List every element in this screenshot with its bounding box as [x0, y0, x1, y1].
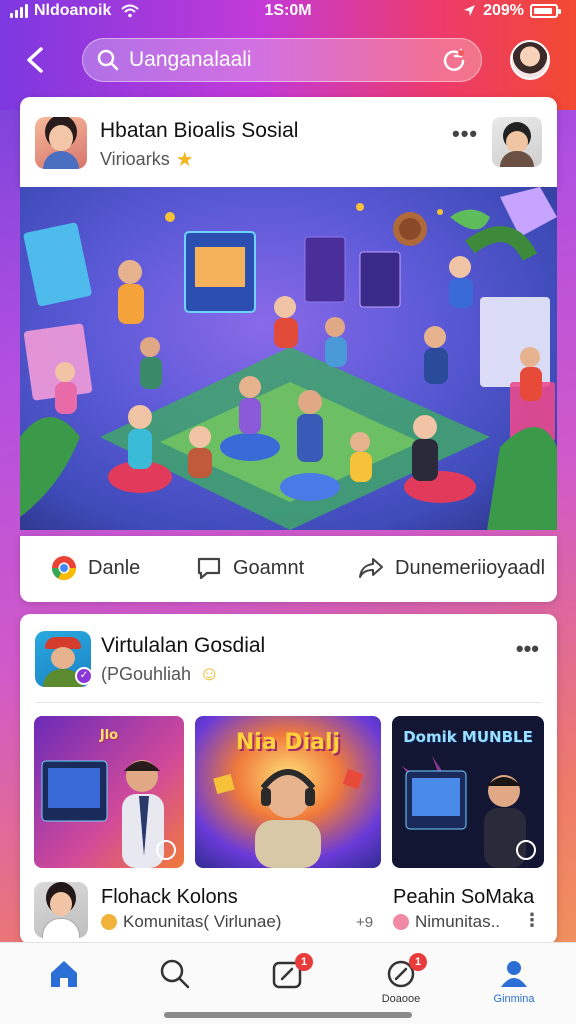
play-icon	[516, 840, 536, 860]
community-illustration	[20, 187, 557, 530]
verified-badge-icon: ✓	[75, 667, 93, 685]
post-thumbnail[interactable]	[492, 117, 542, 167]
battery-percent: 209%	[483, 2, 524, 19]
emoji-icon	[101, 914, 117, 930]
nav-profile[interactable]: Ginmina	[484, 957, 544, 1005]
post-subtitle-text: Virioarks	[100, 149, 170, 169]
nav-label: Doaooe	[381, 993, 421, 1005]
profile-icon	[501, 961, 527, 987]
like-button[interactable]: Danle	[50, 554, 140, 582]
caption-subtitle-text: Komunitas( Virlunae)	[123, 912, 282, 931]
status-right: 209%	[461, 2, 561, 20]
comment-button[interactable]: Goamnt	[195, 554, 304, 582]
thumbnail-title: Nia Dialj	[235, 730, 341, 755]
emoji-icon	[393, 914, 409, 930]
thumbnail-title: Jlo	[99, 728, 119, 743]
status-bar: Nldoanoik 1S:0M 209%	[0, 0, 576, 26]
back-button[interactable]	[18, 42, 54, 78]
chrome-icon	[51, 556, 76, 581]
caption-title[interactable]: Peahin SoMaka	[393, 886, 534, 909]
nav-home[interactable]	[34, 957, 94, 993]
notification-badge: 1	[409, 953, 427, 971]
share-button[interactable]: Dunemeriioyaadl	[357, 554, 545, 582]
share-icon	[359, 558, 383, 578]
caption-subtitle-text: Nimunitas..	[415, 912, 501, 931]
video-thumbnail[interactable]: Nia Dialj	[195, 716, 381, 868]
community-subtitle-text: (PGouhliah	[101, 664, 192, 684]
comment-label: Goamnt	[233, 556, 305, 579]
caption-count: +9	[356, 914, 374, 931]
location-icon	[464, 5, 476, 16]
nav-notifications[interactable]: 1 Doaooe	[371, 953, 431, 1005]
search-icon	[160, 959, 190, 989]
video-thumbnail[interactable]: Domik MUNBLE	[392, 716, 544, 868]
notification-badge: 1	[295, 953, 313, 971]
comment-icon	[197, 557, 221, 580]
divider	[35, 702, 542, 703]
search-icon	[97, 49, 119, 71]
video-thumbnail[interactable]: Jlo	[34, 716, 184, 868]
search-bar[interactable]	[82, 38, 482, 82]
nav-label: Ginmina	[493, 993, 535, 1005]
thumbnail-title: Domik MUNBLE	[403, 728, 533, 746]
caption-subtitle: Nimunitas..	[393, 912, 500, 932]
emoji-icon: ☺	[199, 663, 220, 685]
play-icon	[156, 840, 176, 860]
refresh-icon[interactable]	[441, 47, 467, 73]
post-image[interactable]	[20, 187, 557, 530]
post-subtitle: Virioarks ★	[100, 147, 194, 172]
like-label: Danle	[88, 556, 141, 579]
community-name[interactable]: Virtulalan Gosdial	[101, 634, 265, 658]
nav-search[interactable]	[145, 957, 205, 993]
caption-title[interactable]: Flohack Kolons	[101, 886, 238, 909]
post-actions: Danle Goamnt Dunemeriioyaadl	[20, 536, 557, 602]
home-indicator[interactable]	[164, 1012, 412, 1018]
more-options-icon[interactable]: •••	[452, 121, 478, 147]
caption-avatar[interactable]	[34, 882, 88, 938]
more-options-icon[interactable]: •••	[516, 636, 539, 662]
post-author-avatar[interactable]	[35, 117, 87, 169]
post-author-name[interactable]: Hbatan Bioalis Sosial	[100, 119, 298, 143]
post-header: Hbatan Bioalis Sosial Virioarks ★ •••	[20, 97, 557, 187]
nav-create[interactable]: 1	[257, 953, 317, 993]
caption-subtitle: Komunitas( Virlunae)	[101, 912, 281, 932]
search-input[interactable]	[129, 48, 441, 72]
share-label: Dunemeriioyaadl	[395, 556, 546, 579]
chevron-left-icon	[27, 47, 43, 73]
community-card: ✓ Virtulalan Gosdial (PGouhliah ☺ ••• Jl…	[20, 614, 557, 944]
top-nav	[0, 34, 576, 88]
profile-avatar[interactable]	[510, 40, 550, 80]
community-subtitle: (PGouhliah ☺	[101, 663, 219, 686]
home-icon	[51, 961, 77, 987]
battery-icon	[530, 4, 561, 18]
star-icon: ★	[175, 149, 194, 171]
vertical-more-icon[interactable]: ⋮	[523, 910, 541, 931]
